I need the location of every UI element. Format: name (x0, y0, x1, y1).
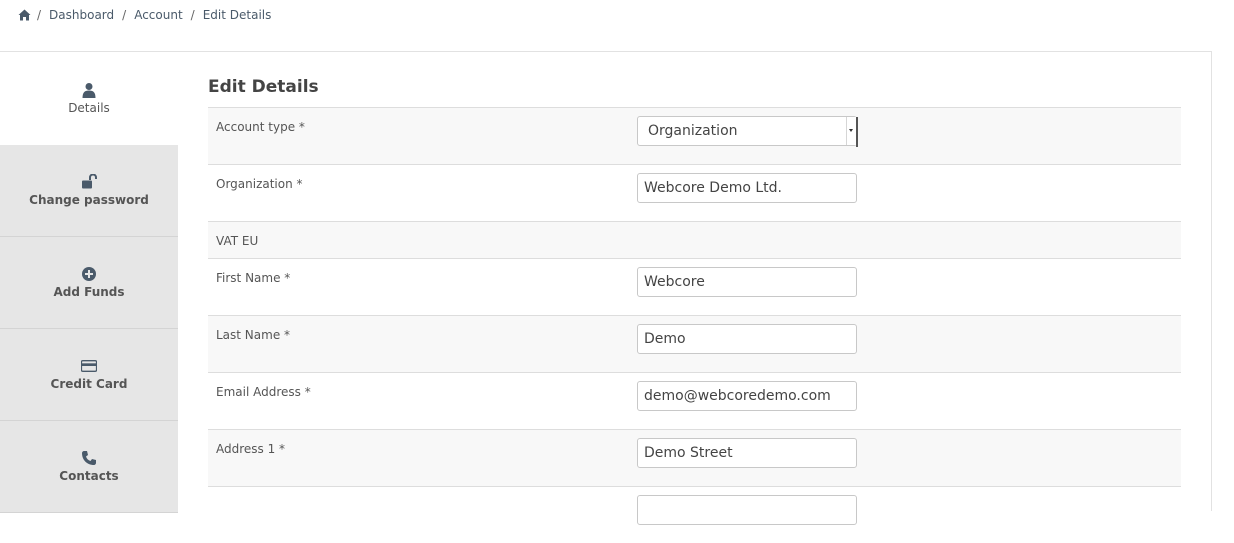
breadcrumb-separator: / (37, 8, 42, 22)
account-type-select[interactable]: Organization (637, 116, 858, 147)
breadcrumb-separator: / (122, 8, 127, 22)
sidebar-item-label: Details (68, 101, 110, 115)
form-row-account-type: Account type * Organization (208, 107, 1181, 164)
account-panel: Details Change password Add Funds Credit… (0, 51, 1212, 525)
sidebar-item-label: Change password (29, 193, 149, 207)
form-row-last-name: Last Name * Demo (208, 315, 1181, 372)
address1-label: Address 1 * (216, 442, 286, 456)
account-type-value: Organization (648, 123, 738, 139)
breadcrumb-current: Edit Details (202, 8, 272, 22)
sidebar-item-details[interactable]: Details (0, 52, 178, 145)
breadcrumb: / Dashboard / Account / Edit Details (18, 8, 271, 22)
sidebar-item-contacts[interactable]: Contacts (0, 421, 178, 513)
form-row-next (208, 486, 1181, 543)
last-name-input[interactable]: Demo (637, 324, 857, 354)
first-name-label: First Name * (216, 271, 291, 285)
page-title: Edit Details (208, 77, 319, 97)
unlock-icon (82, 174, 97, 189)
organization-input[interactable]: Webcore Demo Ltd. (637, 173, 857, 203)
edit-details-form: Edit Details Account type * Organization… (208, 72, 1181, 543)
form-row-email: Email Address * demo@webcoredemo.com (208, 372, 1181, 429)
first-name-input[interactable]: Webcore (637, 267, 857, 297)
sidebar-item-label: Add Funds (53, 285, 125, 299)
sidebar-item-add-funds[interactable]: Add Funds (0, 237, 178, 329)
account-sidebar: Details Change password Add Funds Credit… (0, 52, 178, 513)
breadcrumb-account-link[interactable]: Account (134, 8, 182, 22)
chevron-down-icon[interactable] (846, 117, 858, 147)
form-row-vat-eu: VAT EU (208, 221, 1181, 258)
breadcrumb-separator: / (190, 8, 195, 22)
email-label: Email Address * (216, 385, 311, 399)
user-icon (82, 83, 96, 98)
form-row-first-name: First Name * Webcore (208, 258, 1181, 315)
last-name-label: Last Name * (216, 328, 291, 342)
form-row-address1: Address 1 * Demo Street (208, 429, 1181, 486)
organization-label: Organization * (216, 177, 303, 191)
vat-eu-label: VAT EU (216, 234, 259, 248)
account-type-label: Account type * (216, 120, 305, 134)
sidebar-item-credit-card[interactable]: Credit Card (0, 329, 178, 421)
credit-card-icon (81, 360, 97, 372)
sidebar-item-change-password[interactable]: Change password (0, 145, 178, 237)
breadcrumb-dashboard-link[interactable]: Dashboard (49, 8, 114, 22)
home-icon[interactable] (18, 9, 31, 21)
sidebar-item-label: Contacts (59, 469, 119, 483)
form-row-organization: Organization * Webcore Demo Ltd. (208, 164, 1181, 221)
address1-input[interactable]: Demo Street (637, 438, 857, 468)
phone-icon (82, 451, 96, 465)
sidebar-item-label: Credit Card (50, 377, 128, 391)
email-input[interactable]: demo@webcoredemo.com (637, 381, 857, 411)
plus-circle-icon (82, 267, 96, 281)
